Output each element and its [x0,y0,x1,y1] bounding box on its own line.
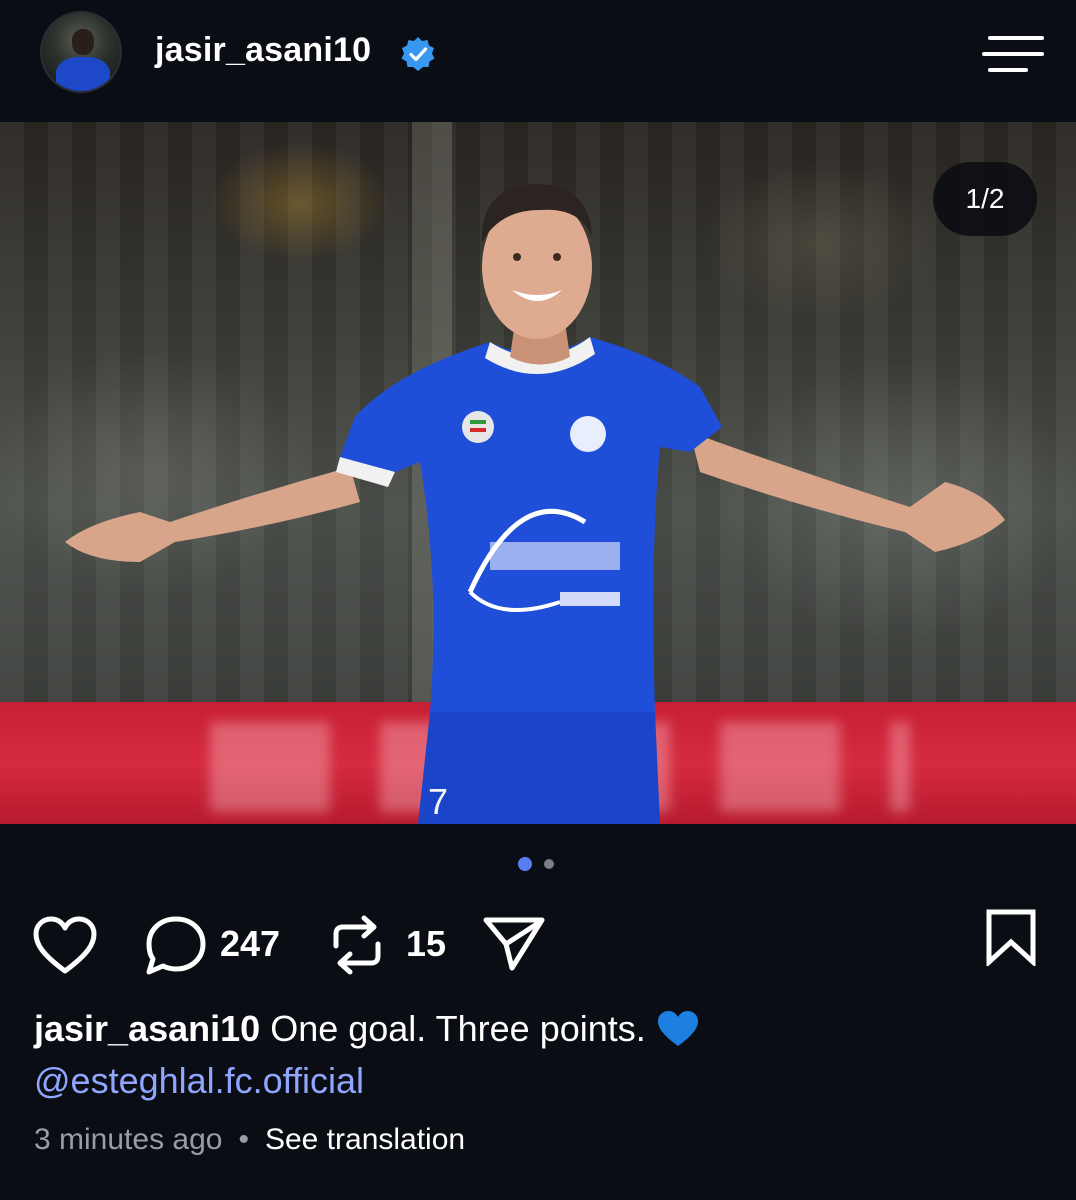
avatar-shirt [56,57,110,91]
username[interactable]: jasir_asani10 [155,31,371,70]
comment-icon[interactable] [144,915,208,977]
reposts-count[interactable]: 15 [406,923,446,965]
carousel-indicator [518,857,558,871]
avatar-head [72,29,94,55]
send-icon[interactable] [482,914,546,972]
blue-heart-emoji [657,1011,698,1046]
repost-icon[interactable] [330,914,384,976]
profile-avatar[interactable] [40,11,122,93]
caption-username[interactable]: jasir_asani10 [34,1008,260,1049]
heart-icon[interactable] [32,916,98,976]
mention-link[interactable]: @esteghlal.fc.official [34,1060,364,1102]
post-image[interactable]: 7 1/2 [0,122,1076,824]
bookmark-icon[interactable] [984,908,1038,966]
post-caption: jasir_asani10 One goal. Three points. [34,1008,700,1050]
image-counter: 1/2 [933,162,1037,236]
menu-icon[interactable] [982,34,1044,74]
post-meta: 3 minutes ago • See translation [34,1123,465,1157]
verified-badge-icon [401,37,435,71]
svg-text:7: 7 [428,781,448,822]
timestamp: 3 minutes ago [34,1123,223,1156]
post-header: jasir_asani10 [0,0,1076,120]
carousel-dot-active[interactable] [518,857,532,871]
comments-count[interactable]: 247 [220,923,280,965]
caption-text: One goal. Three points. [260,1008,656,1049]
action-bar: 247 15 [0,900,1076,990]
meta-separator: • [238,1123,249,1156]
see-translation-link[interactable]: See translation [265,1123,465,1156]
player-figure: 7 [65,184,1005,824]
carousel-dot[interactable] [544,859,554,869]
